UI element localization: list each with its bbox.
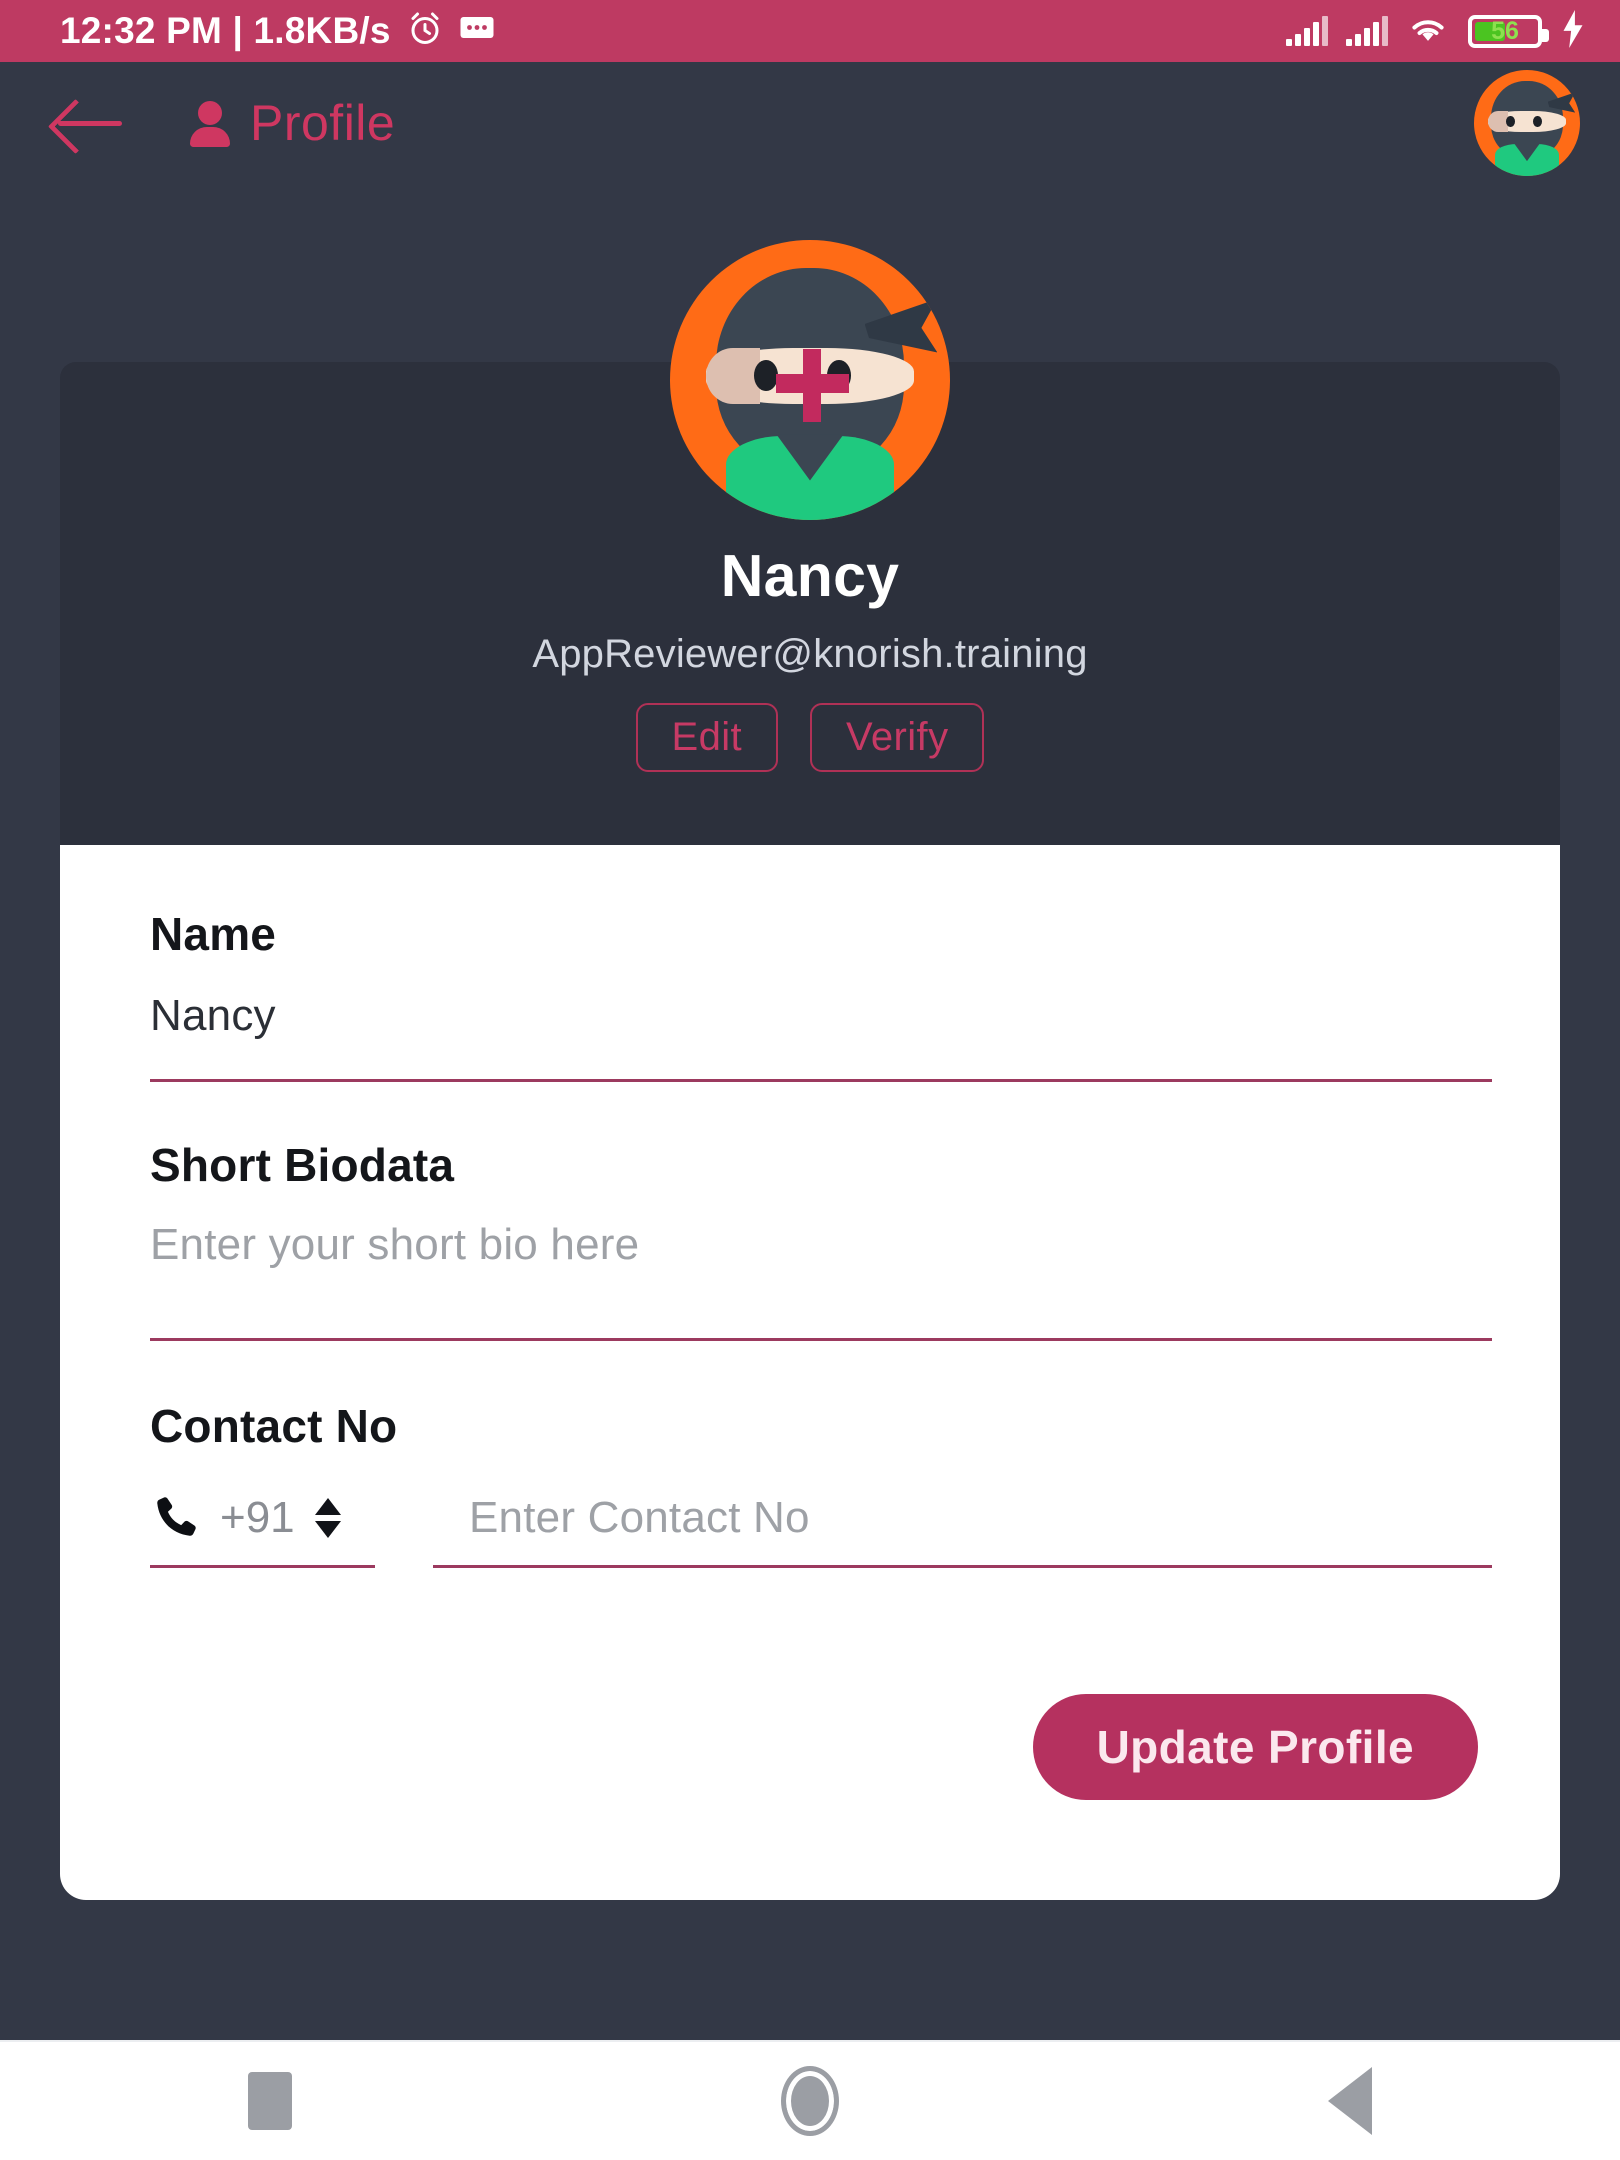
- app-bar: Profile: [0, 62, 1620, 184]
- bio-field-label: Short Biodata: [150, 1139, 455, 1191]
- battery-icon: 56: [1468, 14, 1549, 48]
- message-icon: [459, 14, 495, 49]
- country-code-value: +91: [220, 1493, 295, 1542]
- page-title: Profile: [250, 95, 396, 151]
- bio-field-underline: [150, 1338, 1492, 1341]
- recents-button[interactable]: [170, 2041, 370, 2160]
- ninja-avatar-icon[interactable]: [670, 240, 950, 520]
- profile-header-card: Nancy AppReviewer@knorish.training Edit …: [60, 240, 1560, 845]
- updown-stepper-icon[interactable]: [314, 1498, 341, 1538]
- form-actions: Update Profile: [150, 1694, 1492, 1800]
- status-bar-left: 12:32 PM | 1.8KB/s: [60, 10, 1286, 52]
- person-icon: [190, 99, 230, 147]
- profile-name: Nancy: [720, 543, 900, 609]
- name-field: Name Nancy: [150, 907, 1492, 1082]
- status-bar-right: 56: [1286, 9, 1594, 53]
- charging-bolt-icon: [1560, 9, 1586, 53]
- profile-email: AppReviewer@knorish.training: [532, 632, 1088, 676]
- status-clock: 12:32 PM | 1.8KB/s: [60, 10, 391, 51]
- name-field-label: Name: [150, 908, 277, 960]
- back-button[interactable]: [1250, 2041, 1450, 2160]
- contact-number-input[interactable]: Enter Contact No: [433, 1487, 1492, 1549]
- signal-bars-icon: [1286, 16, 1328, 46]
- signal-bars-icon: [1346, 16, 1388, 46]
- android-nav-bar: [0, 2040, 1620, 2160]
- phone-screen: 12:32 PM | 1.8KB/s 56 Profile Nancy AppR…: [0, 0, 1620, 2160]
- country-code-inner: +91: [150, 1487, 375, 1549]
- ninja-avatar-icon[interactable]: [1474, 70, 1580, 176]
- triangle-back-icon: [1328, 2067, 1372, 2135]
- bio-input[interactable]: Enter your short bio here: [150, 1220, 1492, 1270]
- edit-button[interactable]: Edit: [635, 703, 779, 772]
- back-arrow-icon[interactable]: [48, 95, 128, 151]
- profile-form-card: Name Nancy Short Biodata Enter your shor…: [60, 845, 1560, 1900]
- bio-field: Short Biodata Enter your short bio here: [150, 1138, 1492, 1341]
- app-bar-title-group: Profile: [190, 94, 395, 152]
- square-recents-icon: [248, 2072, 292, 2130]
- home-button[interactable]: [710, 2041, 910, 2160]
- country-code-underline: [150, 1565, 375, 1568]
- contact-number-underline: [433, 1565, 1492, 1568]
- phone-icon: [150, 1493, 200, 1543]
- contact-field-label: Contact No: [150, 1400, 398, 1452]
- update-profile-button[interactable]: Update Profile: [1032, 1694, 1478, 1800]
- battery-level: 56: [1491, 16, 1519, 45]
- name-input[interactable]: Nancy: [150, 991, 1492, 1041]
- status-bar: 12:32 PM | 1.8KB/s 56: [0, 0, 1620, 62]
- circle-home-icon: [781, 2066, 839, 2136]
- contact-field: Contact No +91 Enter Contact No: [150, 1399, 1492, 1568]
- contact-row: +91 Enter Contact No: [150, 1487, 1492, 1568]
- country-code-group[interactable]: +91: [150, 1487, 375, 1568]
- profile-actions: Edit Verify: [635, 703, 985, 772]
- verify-button[interactable]: Verify: [810, 703, 985, 772]
- name-field-underline: [150, 1079, 1492, 1082]
- wifi-icon: [1406, 12, 1450, 51]
- alarm-icon: [407, 11, 443, 52]
- contact-number-group[interactable]: Enter Contact No: [433, 1487, 1492, 1568]
